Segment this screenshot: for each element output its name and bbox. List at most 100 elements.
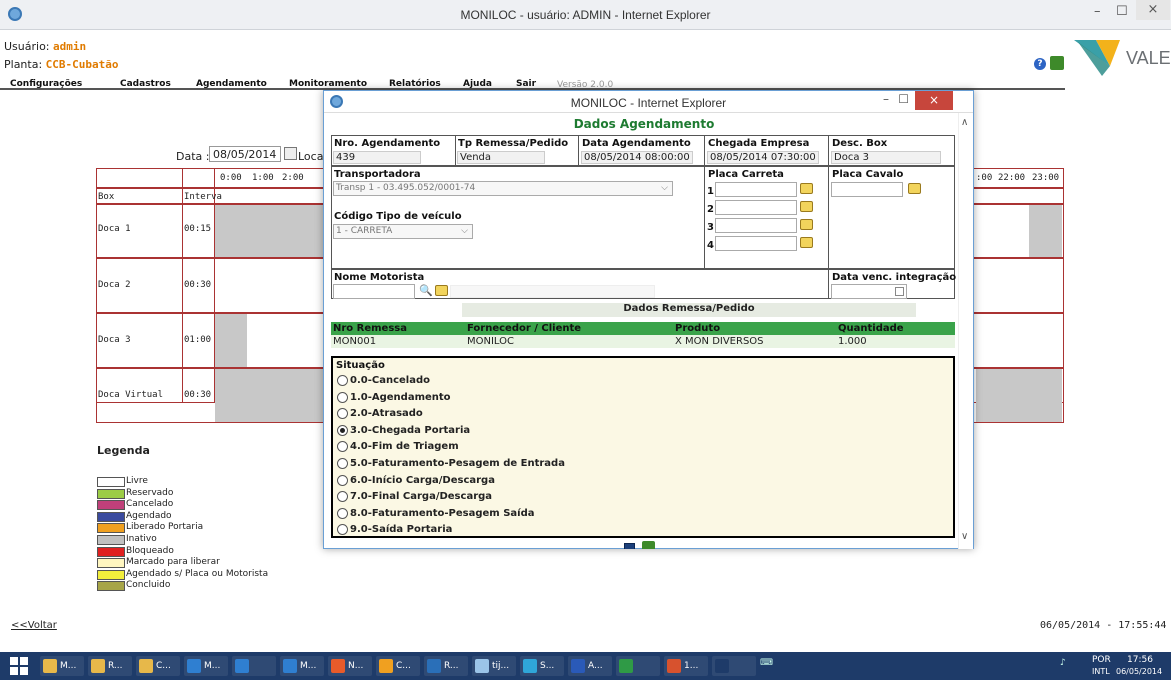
menu-agendamento[interactable]: Agendamento [196, 79, 267, 89]
placa-carreta-1-input[interactable] [715, 182, 797, 197]
radio-button[interactable] [337, 375, 348, 386]
col-nro-remessa: Nro Remessa [333, 323, 407, 334]
taskbar-app[interactable] [232, 656, 276, 676]
exit-icon[interactable] [1050, 56, 1064, 70]
radio-button[interactable] [337, 507, 348, 519]
scroll-up-icon[interactable]: ∧ [961, 117, 968, 128]
app-icon [379, 659, 393, 673]
slot-block[interactable] [215, 314, 247, 367]
maximize-button[interactable]: ☐ [1116, 4, 1128, 26]
back-link[interactable]: <<Voltar [11, 620, 57, 631]
radio-button[interactable] [337, 441, 348, 453]
taskbar-app-label: Desktop [712, 681, 750, 691]
taskbar: M... R... C... M... M... N... C... R... tij... S.… [0, 652, 1171, 691]
taskbar-app[interactable]: tij... [472, 656, 516, 676]
slot-block[interactable] [1029, 205, 1062, 257]
menu-sair[interactable]: Sair [516, 79, 536, 89]
dialog-maximize-button[interactable]: ☐ [898, 92, 909, 106]
radio-button[interactable] [337, 391, 348, 403]
menu-bar: Configurações Cadastros Agendamento Moni… [0, 76, 1065, 90]
folder-icon[interactable] [800, 237, 813, 248]
menu-configuracoes[interactable]: Configurações [10, 79, 82, 89]
placa-carreta-2-input[interactable] [715, 200, 797, 215]
radio-button[interactable] [337, 458, 348, 469]
calendar-icon[interactable] [284, 147, 297, 160]
folder-icon[interactable] [800, 219, 813, 230]
volume-icon[interactable]: ♪ [1060, 658, 1066, 668]
motorista-input[interactable] [333, 284, 415, 299]
dialog-close-button[interactable]: × [915, 91, 953, 110]
data-venc-input[interactable] [831, 284, 907, 299]
dialog-minimize-button[interactable]: – [883, 92, 889, 106]
menu-relatorios[interactable]: Relatórios [389, 79, 441, 89]
menu-monitoramento[interactable]: Monitoramento [289, 79, 367, 89]
start-button[interactable] [10, 656, 36, 676]
nro-agendamento-label: Nro. Agendamento [334, 138, 441, 149]
table-row[interactable]: MON001 MONILOC X MON DIVERSOS 1.000 [331, 335, 955, 348]
slot-block[interactable] [976, 369, 1062, 422]
app-icon [283, 659, 297, 673]
clock-time[interactable]: 17:56 [1127, 655, 1153, 665]
divider [828, 269, 829, 299]
vale-logo: VALE [1074, 36, 1171, 80]
taskbar-app-label: M... [300, 661, 317, 671]
legend-label: Bloqueado [126, 545, 174, 556]
binoculars-icon[interactable]: 🔍 [419, 284, 433, 297]
taskbar-app-label: M... [60, 661, 77, 671]
radio-button[interactable] [337, 524, 348, 536]
tp-remessa-label: Tp Remessa/Pedido [458, 138, 569, 149]
taskbar-app[interactable]: R... [424, 656, 468, 676]
menu-cadastros[interactable]: Cadastros [120, 79, 171, 89]
exit-icon[interactable] [642, 541, 655, 549]
taskbar-app[interactable]: R... [88, 656, 132, 676]
hour-1: 1:00 [252, 173, 274, 183]
slot-block[interactable] [215, 369, 325, 422]
date-input[interactable]: 08/05/2014 [209, 146, 281, 162]
placa-cavalo-input[interactable] [831, 182, 903, 197]
taskbar-app[interactable]: S... [520, 656, 564, 676]
taskbar-app-label: M... [204, 661, 221, 671]
slot-block[interactable] [215, 205, 325, 257]
save-icon[interactable] [624, 543, 635, 549]
folder-icon[interactable] [435, 285, 448, 296]
window-title: MONILOC - usuário: ADMIN - Internet Expl… [460, 8, 711, 22]
radio-button[interactable] [337, 408, 348, 420]
taskbar-app[interactable]: A... [568, 656, 612, 676]
folder-icon[interactable] [908, 183, 921, 194]
lang-indicator[interactable]: POR [1092, 655, 1111, 665]
taskbar-app[interactable]: C... [136, 656, 180, 676]
lang-indicator-2[interactable]: INTL [1092, 667, 1110, 676]
col-quantidade: Quantidade [838, 323, 904, 334]
clock-date[interactable]: 06/05/2014 [1116, 667, 1162, 676]
minimize-button[interactable]: – [1094, 4, 1101, 26]
situacao-box: Situação 0.0-Cancelado 1.0-Agendamento 2.0… [331, 356, 955, 538]
cell-quantidade: 1.000 [838, 336, 867, 347]
taskbar-app[interactable]: M... [280, 656, 324, 676]
folder-icon[interactable] [800, 201, 813, 212]
taskbar-app[interactable]: Desktop [712, 656, 756, 691]
radio-button[interactable] [337, 474, 348, 486]
placa-1-num: 1 [707, 186, 714, 197]
taskbar-app[interactable] [616, 656, 660, 676]
calendar-icon[interactable] [895, 287, 904, 296]
placa-carreta-4-input[interactable] [715, 236, 797, 251]
keyboard-icon[interactable]: ⌨ [760, 658, 773, 668]
placa-carreta-3-input[interactable] [715, 218, 797, 233]
taskbar-app[interactable]: 1... [664, 656, 708, 676]
radio-button[interactable] [337, 491, 348, 503]
transportadora-select[interactable]: Transp 1 - 03.495.052/0001-74 ⌵ [333, 181, 673, 196]
legend-swatch [97, 500, 125, 511]
dialog-scrollbar[interactable]: ∧ ∨ [958, 113, 973, 549]
radio-button[interactable] [337, 424, 348, 436]
taskbar-app[interactable]: N... [328, 656, 372, 676]
codigo-tipo-select[interactable]: 1 - CARRETA ⌵ [333, 224, 473, 239]
taskbar-app[interactable]: M... [184, 656, 228, 676]
taskbar-app[interactable]: M... [40, 656, 84, 676]
folder-icon[interactable] [800, 183, 813, 194]
radio-label: 0.0-Cancelado [350, 375, 430, 386]
help-icon[interactable]: ? [1034, 58, 1046, 70]
scroll-down-icon[interactable]: ∨ [961, 531, 968, 542]
taskbar-app[interactable]: C... [376, 656, 420, 676]
menu-ajuda[interactable]: Ajuda [463, 79, 492, 89]
close-button[interactable]: × [1136, 0, 1170, 20]
